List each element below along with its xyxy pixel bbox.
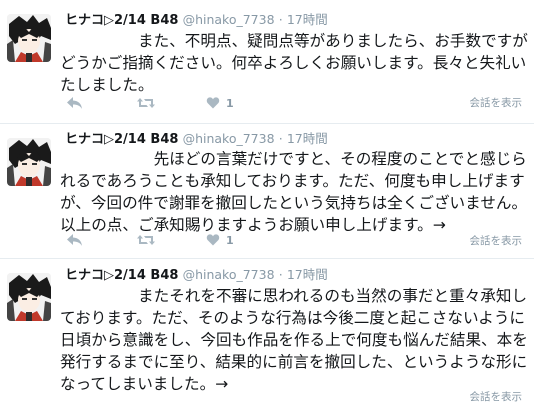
timestamp[interactable]: 17時間: [287, 12, 328, 27]
tweet-text: またそれを不審に思われるのも当然の事だと重々承知しております。ただ、そのような行…: [60, 287, 528, 393]
display-name[interactable]: ヒナコ▷2/14 B48: [65, 132, 178, 147]
like-button[interactable]: 1: [206, 230, 234, 250]
retweet-button[interactable]: [136, 230, 156, 250]
like-icon: [206, 234, 220, 246]
tweet-text: 先ほどの言葉だけですと、その程度のことでと感じられるであろうことも承知しておりま…: [60, 150, 528, 234]
like-count: 1: [226, 233, 234, 247]
tweet-header: ヒナコ▷2/14 B48 @hinako_7738 · 17時間: [65, 267, 328, 284]
like-icon: [206, 97, 220, 109]
avatar[interactable]: [7, 273, 51, 321]
show-conversation-link[interactable]: 会話を表示: [470, 389, 523, 404]
tweet-header: ヒナコ▷2/14 B48 @hinako_7738 · 17時間: [65, 131, 328, 148]
like-count: 1: [226, 96, 234, 110]
tweet[interactable]: ヒナコ▷2/14 B48 @hinako_7738 · 17時間 また、不明点、…: [0, 0, 534, 123]
avatar[interactable]: [7, 14, 51, 62]
reply-button[interactable]: [66, 230, 84, 250]
user-handle[interactable]: @hinako_7738: [183, 12, 275, 27]
show-conversation-link[interactable]: 会話を表示: [470, 233, 523, 248]
like-button[interactable]: 1: [206, 93, 234, 113]
user-handle[interactable]: @hinako_7738: [183, 267, 275, 282]
tweet[interactable]: ヒナコ▷2/14 B48 @hinako_7738 · 17時間 またそれを不審…: [0, 258, 534, 415]
display-name[interactable]: ヒナコ▷2/14 B48: [65, 13, 178, 28]
avatar[interactable]: [7, 138, 51, 186]
reply-icon: [67, 97, 82, 109]
tweet-text: また、不明点、疑問点等がありましたら、お手数ですがどうかご指摘ください。何卒よろ…: [60, 32, 528, 94]
show-conversation-link[interactable]: 会話を表示: [470, 95, 523, 110]
tweet-header: ヒナコ▷2/14 B48 @hinako_7738 · 17時間: [65, 12, 328, 29]
retweet-icon: [137, 98, 155, 108]
retweet-icon: [137, 235, 155, 245]
reply-icon: [67, 234, 82, 246]
timestamp[interactable]: 17時間: [287, 131, 328, 146]
display-name[interactable]: ヒナコ▷2/14 B48: [65, 268, 178, 283]
tweet-actions: 1: [60, 93, 530, 113]
timestamp[interactable]: 17時間: [287, 267, 328, 282]
user-handle[interactable]: @hinako_7738: [183, 131, 275, 146]
reply-button[interactable]: [66, 93, 84, 113]
tweet[interactable]: ヒナコ▷2/14 B48 @hinako_7738 · 17時間 先ほどの言葉だ…: [0, 123, 534, 258]
separator: ·: [278, 267, 283, 282]
separator: ·: [278, 12, 283, 27]
retweet-button[interactable]: [136, 93, 156, 113]
tweet-actions: 1: [60, 230, 530, 250]
separator: ·: [278, 131, 283, 146]
